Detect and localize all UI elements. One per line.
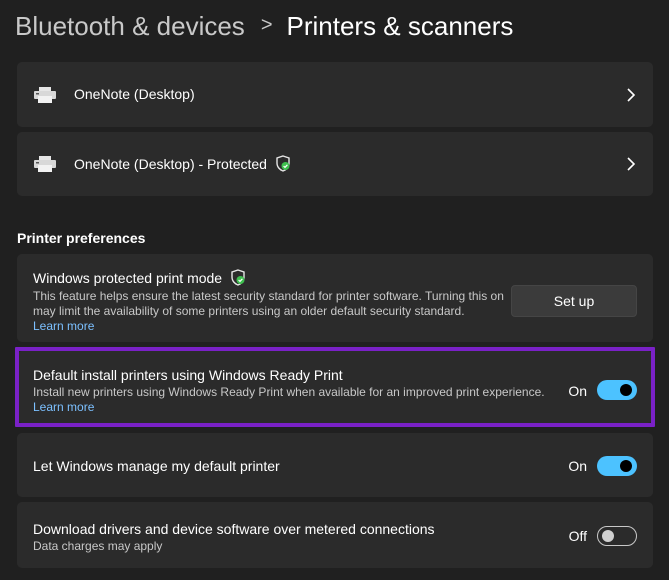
toggle-knob xyxy=(620,384,632,396)
ready-print-title: Default install printers using Windows R… xyxy=(33,367,343,383)
shield-check-icon xyxy=(231,269,245,286)
ready-print-card: Default install printers using Windows R… xyxy=(17,351,653,423)
ready-print-toggle[interactable] xyxy=(597,380,637,400)
metered-connections-description: Data charges may apply xyxy=(33,539,163,553)
printer-name: OneNote (Desktop) xyxy=(74,86,195,102)
printer-name-text: OneNote (Desktop) - Protected xyxy=(74,155,267,172)
printer-item[interactable]: OneNote (Desktop) - Protected xyxy=(17,132,653,196)
chevron-right-icon xyxy=(627,157,636,171)
set-up-button[interactable]: Set up xyxy=(511,285,637,317)
metered-connections-toggle[interactable] xyxy=(597,526,637,546)
manage-default-printer-toggle[interactable] xyxy=(597,456,637,476)
toggle-knob xyxy=(620,460,632,472)
protected-print-mode-card: Windows protected print mode This featur… xyxy=(17,254,653,342)
learn-more-link[interactable]: Learn more xyxy=(33,400,94,414)
metered-connections-title: Download drivers and device software ove… xyxy=(33,521,435,537)
printer-icon xyxy=(34,87,56,103)
printer-name-text: OneNote (Desktop) xyxy=(74,86,195,102)
ready-print-state-label: On xyxy=(568,383,587,399)
breadcrumb: Bluetooth & devices > Printers & scanner… xyxy=(15,6,513,46)
printer-icon xyxy=(34,156,56,172)
manage-default-printer-title: Let Windows manage my default printer xyxy=(33,458,280,474)
metered-connections-card: Download drivers and device software ove… xyxy=(17,502,653,568)
printer-name: OneNote (Desktop) - Protected xyxy=(74,155,291,172)
chevron-right-icon xyxy=(627,88,636,102)
metered-connections-state-label: Off xyxy=(568,528,587,544)
toggle-knob xyxy=(602,530,614,542)
breadcrumb-separator: > xyxy=(260,14,273,36)
protected-print-mode-title: Windows protected print mode xyxy=(33,269,246,286)
protected-print-mode-description: This feature helps ensure the latest sec… xyxy=(33,289,504,318)
protected-print-mode-title-text: Windows protected print mode xyxy=(33,269,223,286)
ready-print-description: Install new printers using Windows Ready… xyxy=(33,385,545,399)
section-heading: Printer preferences xyxy=(17,230,146,246)
shield-check-icon xyxy=(276,155,290,172)
learn-more-link[interactable]: Learn more xyxy=(33,319,94,333)
breadcrumb-parent[interactable]: Bluetooth & devices xyxy=(15,8,245,44)
manage-default-printer-card: Let Windows manage my default printer On xyxy=(17,433,653,497)
manage-default-printer-state-label: On xyxy=(568,458,587,474)
printer-item[interactable]: OneNote (Desktop) xyxy=(17,62,653,127)
page-title: Printers & scanners xyxy=(286,11,514,41)
